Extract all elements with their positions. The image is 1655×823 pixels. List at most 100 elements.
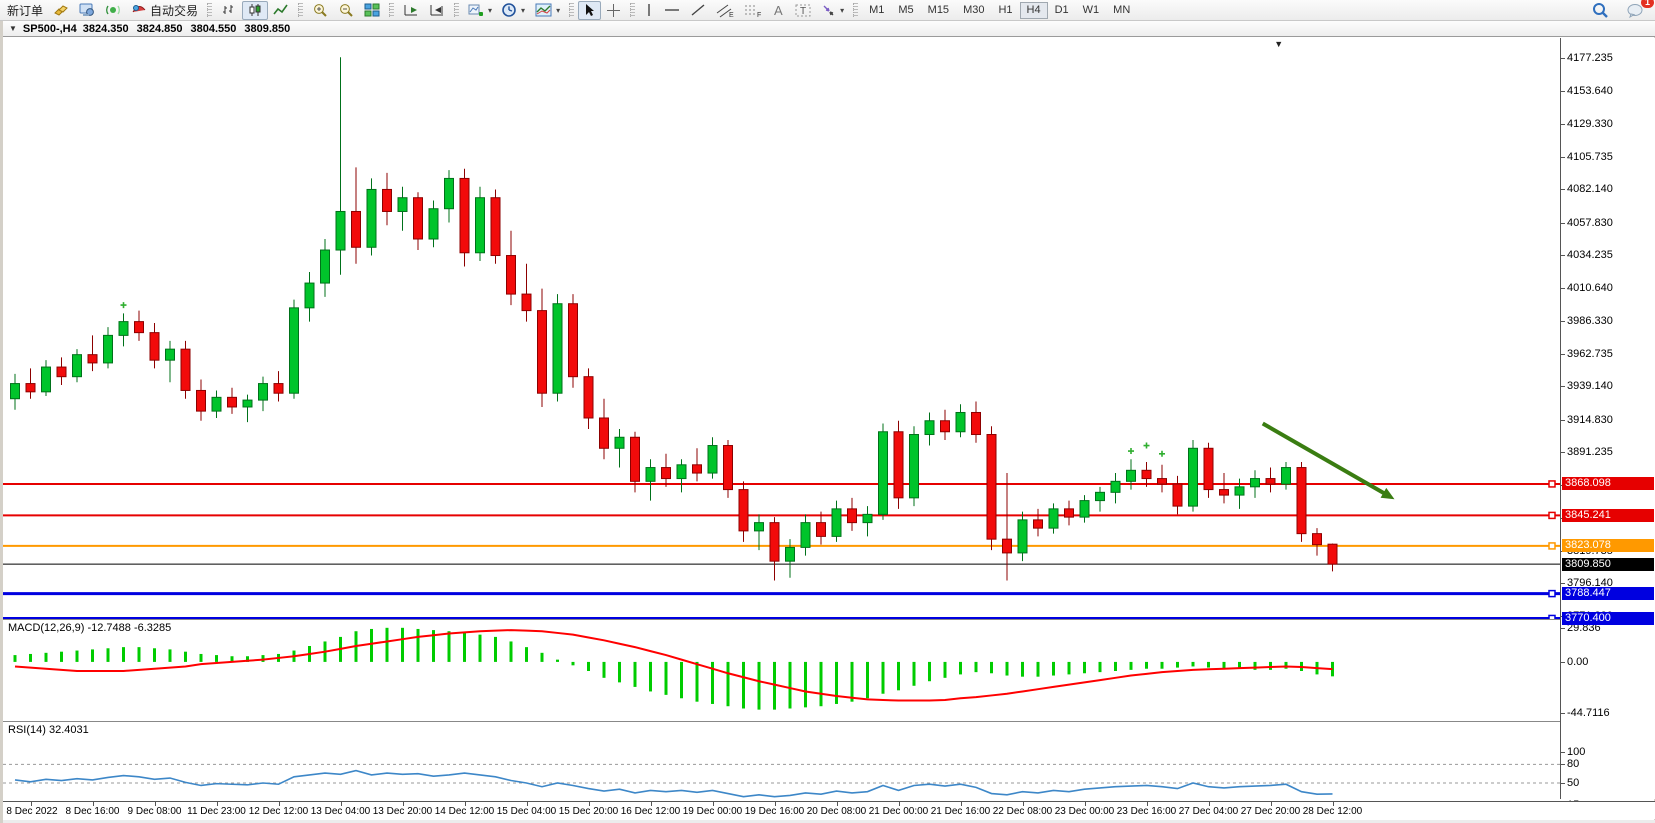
tab-timeframe-M15[interactable]: M15 [921, 2, 956, 19]
chevron-down-icon[interactable]: ▾ [556, 6, 560, 15]
collapse-chart-icon[interactable]: ▼ [9, 24, 17, 33]
notifications-icon[interactable]: 1 [1622, 1, 1649, 20]
zoom-out-icon[interactable] [333, 1, 359, 20]
hline-endpoint-marker[interactable] [1549, 481, 1555, 487]
candle [1049, 509, 1058, 528]
crosshair-icon[interactable] [601, 1, 626, 20]
tab-timeframe-W1[interactable]: W1 [1076, 2, 1107, 19]
time-label: 13 Dec 20:00 [373, 806, 433, 817]
tile-windows-icon[interactable] [359, 1, 385, 20]
horizontal-line-icon[interactable] [659, 1, 685, 20]
price-axis[interactable]: 4177.2354153.6404129.3304105.7354082.140… [1560, 38, 1655, 799]
search-icon[interactable] [1587, 1, 1614, 20]
vertical-line-icon[interactable] [639, 1, 659, 20]
time-label: 21 Dec 00:00 [869, 806, 929, 817]
toolbar-drag-handle[interactable] [630, 3, 635, 17]
axis-tick [1561, 628, 1565, 629]
time-label: 19 Dec 16:00 [745, 806, 805, 817]
candle [181, 349, 190, 390]
zoom-in-icon[interactable] [307, 1, 333, 20]
candle [770, 523, 779, 562]
chevron-down-icon[interactable]: ▾ [840, 6, 844, 15]
hline-endpoint-marker[interactable] [1549, 543, 1555, 549]
axis-tick [1561, 452, 1565, 453]
candle [1127, 470, 1136, 481]
rsi-panel[interactable] [3, 723, 1560, 799]
arrows-shapes-button[interactable]: ▾ [816, 1, 849, 20]
candle [414, 198, 423, 239]
new-order-button[interactable]: 新订单 [2, 1, 48, 20]
time-label: 15 Dec 04:00 [497, 806, 557, 817]
price-tick-label: 4034.235 [1567, 249, 1613, 261]
chart-caption[interactable]: ▼ SP500-,H4 3824.350 3824.850 3804.550 3… [3, 21, 1655, 37]
fibonacci-icon[interactable]: F [739, 1, 767, 20]
candle [212, 397, 221, 411]
candle [553, 304, 562, 393]
toolbar-drag-handle[interactable] [569, 3, 574, 17]
chevron-down-icon[interactable]: ▾ [521, 6, 525, 15]
trendline-icon[interactable] [685, 1, 711, 20]
time-label: 21 Dec 16:00 [931, 806, 991, 817]
time-label: 19 Dec 00:00 [683, 806, 743, 817]
auto-scroll-icon[interactable] [398, 1, 424, 20]
text-label-icon[interactable]: T [790, 1, 816, 20]
tab-timeframe-MN[interactable]: MN [1106, 2, 1137, 19]
ohlc-low: 3804.550 [191, 23, 237, 35]
hline-endpoint-marker[interactable] [1549, 591, 1555, 597]
candlestick-icon[interactable] [242, 1, 268, 20]
toolbar-drag-handle[interactable] [298, 3, 303, 17]
cursor-icon[interactable] [578, 1, 601, 20]
candle [1158, 479, 1167, 485]
time-label: 14 Dec 12:00 [435, 806, 495, 817]
time-label: 8 Dec 16:00 [66, 806, 120, 817]
toolbar-drag-handle[interactable] [389, 3, 394, 17]
toolbar-drag-handle[interactable] [207, 3, 212, 17]
tab-timeframe-M5[interactable]: M5 [891, 2, 920, 19]
candle [646, 468, 655, 482]
axis-tick [1561, 157, 1565, 158]
hline-endpoint-marker[interactable] [1549, 512, 1555, 518]
toolbar-drag-handle[interactable] [454, 3, 459, 17]
chevron-down-icon[interactable]: ▾ [488, 6, 492, 15]
macd-signal-line [15, 630, 1333, 700]
time-label: 23 Dec 16:00 [1117, 806, 1177, 817]
time-axis[interactable]: 8 Dec 20228 Dec 16:009 Dec 08:0011 Dec 2… [3, 801, 1655, 819]
fractal-mark [1128, 448, 1134, 454]
fractal-mark [1144, 443, 1150, 449]
price-badge-3823.078: 3823.078 [1562, 539, 1654, 552]
text-icon[interactable]: A [767, 1, 790, 20]
add-indicator-button[interactable]: ▾ [463, 1, 497, 20]
price-tick-label: 3914.830 [1567, 414, 1613, 426]
equidistant-channel-icon[interactable]: E [711, 1, 739, 20]
tab-timeframe-M30[interactable]: M30 [956, 2, 991, 19]
tab-timeframe-H4[interactable]: H4 [1020, 2, 1048, 19]
notification-count-badge: 1 [1641, 0, 1654, 8]
macd-scale-label: -44.7116 [1567, 707, 1610, 719]
candle [925, 421, 934, 435]
candle [941, 421, 950, 432]
signal-icon[interactable] [100, 1, 126, 20]
autotrade-button[interactable]: 自动交易 [126, 1, 203, 20]
candle [879, 432, 888, 515]
toolbar-drag-handle[interactable] [853, 3, 858, 17]
terminal-icon[interactable] [74, 1, 100, 20]
candle [26, 384, 35, 392]
candlestick-chart[interactable] [3, 38, 1560, 619]
gold-bars-icon[interactable] [48, 1, 74, 20]
candle [739, 490, 748, 531]
chart-shift-icon[interactable] [424, 1, 450, 20]
candle [677, 465, 686, 479]
macd-panel[interactable] [3, 621, 1560, 721]
line-chart-icon[interactable] [268, 1, 294, 20]
time-label: 9 Dec 08:00 [128, 806, 182, 817]
templates-button[interactable]: ▾ [530, 1, 565, 20]
candle [1080, 501, 1089, 518]
periods-clock-button[interactable]: ▾ [497, 1, 530, 20]
chart-shift-marker[interactable]: ▼ [1274, 39, 1283, 49]
candle [956, 412, 965, 431]
tab-timeframe-H1[interactable]: H1 [991, 2, 1019, 19]
tab-timeframe-M1[interactable]: M1 [862, 2, 891, 19]
candle [538, 311, 547, 394]
tab-timeframe-D1[interactable]: D1 [1048, 2, 1076, 19]
bar-chart-icon[interactable] [216, 1, 242, 20]
